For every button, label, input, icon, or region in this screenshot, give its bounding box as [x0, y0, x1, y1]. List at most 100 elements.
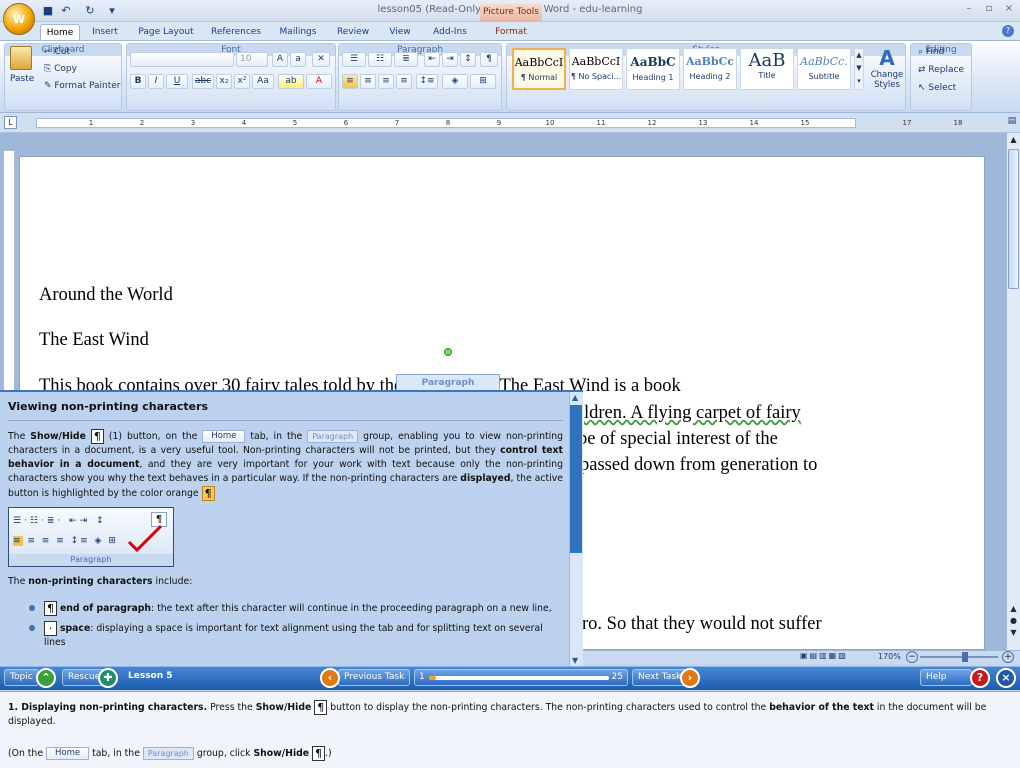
- next-task-icon[interactable]: ›: [680, 668, 700, 688]
- bullets-icon[interactable]: ☰: [342, 52, 366, 67]
- tab-references[interactable]: References: [206, 24, 266, 40]
- office-button[interactable]: W: [3, 3, 35, 35]
- superscript-button[interactable]: x²: [234, 74, 250, 89]
- font-size-select[interactable]: 10: [236, 52, 268, 67]
- decrease-indent-icon[interactable]: ⇤: [424, 52, 440, 67]
- scroll-nav-icons[interactable]: ▲ ● ▼: [1008, 603, 1019, 639]
- paste-button[interactable]: Paste: [10, 72, 34, 86]
- font-color-icon[interactable]: A: [306, 74, 332, 89]
- shading-icon[interactable]: ◈: [442, 74, 468, 89]
- increase-indent-icon[interactable]: ⇥: [442, 52, 458, 67]
- strikethrough-button[interactable]: abc: [192, 74, 214, 89]
- doc-text: ldren. A flying carpet of fairy: [584, 403, 801, 423]
- zoom-in-icon[interactable]: +: [1002, 651, 1014, 663]
- doc-line[interactable]: passed down from generation to: [580, 455, 817, 476]
- rotation-handle[interactable]: [444, 348, 452, 356]
- close-icon[interactable]: ×: [1002, 3, 1016, 15]
- tab-add-ins[interactable]: Add-Ins: [426, 24, 474, 40]
- zoom-out-icon[interactable]: −: [906, 651, 918, 663]
- tab-review[interactable]: Review: [332, 24, 374, 40]
- restore-icon[interactable]: ▫: [982, 3, 996, 15]
- style-name: Heading 2: [689, 72, 731, 81]
- scroll-thumb[interactable]: [1008, 149, 1019, 289]
- line-spacing-icon[interactable]: ↕≡: [416, 74, 438, 89]
- zoom-level[interactable]: 170%: [878, 651, 901, 663]
- justify-icon[interactable]: ≡: [396, 74, 412, 89]
- doc-line-heading[interactable]: Around the World: [39, 285, 173, 306]
- multilevel-list-icon[interactable]: ≣: [394, 52, 418, 67]
- tab-page-layout[interactable]: Page Layout: [134, 24, 198, 40]
- select-button[interactable]: ↖ Select: [918, 81, 956, 95]
- style-subtitle[interactable]: AaBbCc. Subtitle: [797, 48, 851, 90]
- minimize-icon[interactable]: –: [962, 3, 976, 15]
- sort-icon[interactable]: ↕: [460, 52, 476, 67]
- borders-icon[interactable]: ⊞: [470, 74, 496, 89]
- font-family-select[interactable]: [130, 52, 234, 67]
- paste-icon[interactable]: [10, 46, 32, 70]
- task-progress[interactable]: 1 25: [414, 669, 628, 686]
- italic-button[interactable]: I: [148, 74, 164, 89]
- style-name: ¶ Normal: [520, 73, 558, 82]
- replace-button[interactable]: ⇄ Replace: [918, 63, 964, 77]
- topic-button[interactable]: Topic: [4, 669, 39, 686]
- subscript-button[interactable]: x₂: [216, 74, 232, 89]
- copy-button[interactable]: ⎘ Copy: [44, 62, 77, 76]
- align-left-icon[interactable]: ≡: [342, 74, 358, 89]
- style-heading-1[interactable]: AaBbC Heading 1: [626, 48, 680, 90]
- help-question-icon[interactable]: ?: [970, 668, 990, 688]
- previous-task-button[interactable]: Previous Task: [338, 669, 411, 686]
- tab-view[interactable]: View: [382, 24, 418, 40]
- change-styles-button[interactable]: A Change Styles: [870, 46, 904, 90]
- help-icon[interactable]: ?: [1002, 25, 1014, 37]
- rescue-icon[interactable]: ✚: [98, 668, 118, 688]
- panel-scroll-down-icon[interactable]: ▼: [572, 656, 578, 665]
- doc-line[interactable]: ldren. A flying carpet of fairy: [584, 403, 801, 424]
- exit-icon[interactable]: ×: [996, 668, 1016, 688]
- doc-line[interactable]: be of special interest of the: [578, 429, 778, 450]
- underline-button[interactable]: U: [166, 74, 188, 89]
- highlight-icon[interactable]: ab: [278, 74, 304, 89]
- next-task-button[interactable]: Next Task: [632, 669, 688, 686]
- shrink-font-icon[interactable]: a: [290, 52, 306, 67]
- binoculars-icon: ⌕: [918, 47, 926, 57]
- view-buttons-icon[interactable]: ▣▤▥▦▧: [800, 651, 874, 663]
- panel-scroll-up-icon[interactable]: ▲: [572, 393, 578, 402]
- tab-insert[interactable]: Insert: [86, 24, 124, 40]
- tab-format[interactable]: Format: [484, 24, 538, 40]
- previous-task-icon[interactable]: ‹: [320, 668, 340, 688]
- styles-scroll-icon[interactable]: ▲ ▼ ▾: [854, 48, 864, 90]
- tab-selector-icon[interactable]: L: [4, 116, 17, 129]
- document-scrollbar[interactable]: ▲ ▲ ● ▼: [1006, 133, 1020, 650]
- show-hide-button[interactable]: ¶: [480, 52, 498, 67]
- tab-mailings[interactable]: Mailings: [274, 24, 322, 40]
- text-bold: Show/Hide: [253, 748, 310, 759]
- clear-format-icon[interactable]: ✕: [312, 52, 330, 67]
- help-button[interactable]: Help: [920, 669, 972, 686]
- tutorial-panel-scroll-thumb[interactable]: [570, 405, 582, 553]
- tab-home[interactable]: Home: [40, 24, 80, 40]
- zoom-slider[interactable]: [920, 656, 998, 658]
- numbering-icon[interactable]: ☷: [368, 52, 392, 67]
- style-no-spacing[interactable]: AaBbCcI ¶ No Spaci...: [569, 48, 623, 90]
- text: : displaying a space is important for te…: [44, 623, 543, 648]
- style-normal[interactable]: AaBbCcI ¶ Normal: [512, 48, 566, 90]
- grow-font-icon[interactable]: A: [272, 52, 288, 67]
- change-case-button[interactable]: Aa: [252, 74, 274, 89]
- scroll-up-icon[interactable]: ▲: [1008, 135, 1019, 147]
- home-tab-chip: Home: [46, 747, 90, 760]
- find-button[interactable]: ⌕ Find: [918, 45, 944, 59]
- view-ruler-icon[interactable]: ▤: [1006, 116, 1018, 130]
- cut-button[interactable]: ✂ Cut: [44, 45, 70, 59]
- align-center-icon[interactable]: ≡: [360, 74, 376, 89]
- style-heading-2[interactable]: AaBbCc Heading 2: [683, 48, 737, 90]
- style-title[interactable]: AaB Title: [740, 48, 794, 90]
- zoom-slider-thumb[interactable]: [962, 652, 968, 662]
- format-painter-button[interactable]: ✎ Format Painter: [44, 79, 121, 93]
- bold-button[interactable]: B: [130, 74, 146, 89]
- text-bold: behavior of the text: [769, 702, 874, 713]
- align-right-icon[interactable]: ≡: [378, 74, 394, 89]
- topic-up-icon[interactable]: ⌃: [36, 668, 56, 688]
- text: .): [325, 748, 332, 759]
- doc-line[interactable]: ro. So that they would not suffer: [582, 614, 822, 635]
- doc-line-subheading[interactable]: The East Wind: [39, 330, 149, 351]
